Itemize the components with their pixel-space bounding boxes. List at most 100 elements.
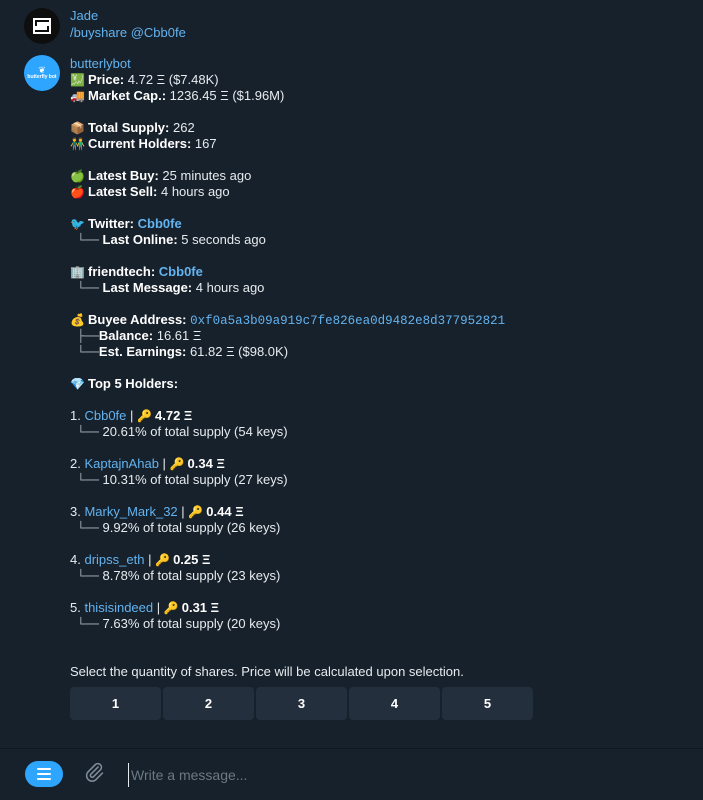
tree-connector: └── (70, 521, 99, 535)
holder-value: 4.72 Ξ (155, 408, 193, 423)
message-input[interactable] (128, 763, 653, 787)
paperclip-icon (85, 762, 104, 782)
bot-avatar-label: butterfly bot (27, 74, 57, 80)
supply-label: Total Supply: (88, 120, 170, 135)
holder-value: 0.44 Ξ (206, 504, 244, 519)
mcap-label: Market Cap.: (88, 88, 167, 103)
list-item: 4. dripss_eth | 🔑 0.25 Ξ └── 8.78% of tot… (70, 552, 281, 583)
lastmsg-line: └── Last Message: 4 hours ago (70, 280, 693, 296)
holder-value: 0.25 Ξ (173, 552, 211, 567)
list-item: 2. KaptajnAhab | 🔑 0.34 Ξ └── 10.31% of t… (70, 456, 288, 487)
message-composer (0, 749, 703, 800)
holder-rank: 5. (70, 600, 81, 615)
holders-list: 1. Cbb0fe | 🔑 4.72 Ξ └── 20.61% of total … (70, 408, 693, 632)
mcap-value: 1236.45 Ξ ($1.96M) (169, 88, 285, 103)
online-value: 5 seconds ago (181, 232, 266, 247)
ft-label: friendtech: (88, 264, 156, 279)
holder-link[interactable]: thisisindeed (84, 600, 153, 615)
key-icon: 🔑 (169, 457, 185, 471)
price-value: 4.72 Ξ ($7.48K) (127, 72, 219, 87)
supply-line: 📦 Total Supply: 262 (70, 120, 693, 136)
sender-name[interactable]: butterlybot (70, 56, 693, 72)
holders-line: 👬 Current Holders: 167 (70, 136, 693, 152)
top-holders-label: Top 5 Holders: (88, 376, 179, 391)
earnings-line: └──Est. Earnings: 61.82 Ξ ($98.0K) (70, 344, 693, 360)
tree-connector: └── (70, 233, 99, 247)
green-apple-icon: 🍏 (70, 169, 85, 183)
holder-rank: 2. (70, 456, 81, 471)
command-text[interactable]: /buyshare @Cbb0fe (70, 24, 693, 42)
holder-link[interactable]: dripss_eth (84, 552, 144, 567)
truck-icon: 🚚 (70, 89, 85, 103)
friendtech-link[interactable]: Cbb0fe (159, 264, 203, 279)
menu-icon (37, 768, 51, 780)
diamond-icon: 💎 (70, 377, 85, 391)
buyee-line: 💰 Buyee Address: 0xf0a5a3b09a919c7fe826ea… (70, 312, 693, 328)
chat-area: Jade /buyshare @Cbb0fe ❦ butterfly bot b… (0, 0, 703, 748)
holder-supply: 10.31% of total supply (27 keys) (102, 472, 288, 487)
key-icon: 🔑 (188, 505, 204, 519)
quantity-button-2[interactable]: 2 (163, 687, 254, 720)
online-line: └── Last Online: 5 seconds ago (70, 232, 693, 248)
balance-value: 16.61 Ξ (156, 328, 202, 343)
sender-name[interactable]: Jade (70, 8, 693, 24)
tree-connector: └── (70, 345, 99, 359)
bot-avatar[interactable]: ❦ butterfly bot (24, 55, 60, 91)
tree-connector: └── (70, 281, 99, 295)
online-label: Last Online: (102, 232, 178, 247)
lastmsg-value: 4 hours ago (195, 280, 265, 295)
twitter-label: Twitter: (88, 216, 134, 231)
sell-line: 🍎 Latest Sell: 4 hours ago (70, 184, 693, 200)
inline-keyboard: 1 2 3 4 5 (70, 687, 533, 720)
tree-connector: └── (70, 473, 99, 487)
logo-icon (33, 18, 51, 34)
red-apple-icon: 🍎 (70, 185, 85, 199)
holder-rank: 1. (70, 408, 81, 423)
holders-value: 167 (194, 136, 217, 151)
quantity-button-3[interactable]: 3 (256, 687, 347, 720)
key-icon: 🔑 (137, 409, 152, 423)
lastmsg-label: Last Message: (102, 280, 193, 295)
balance-line: ├──Balance: 16.61 Ξ (70, 328, 693, 344)
price-label: Price: (88, 72, 125, 87)
holder-link[interactable]: Cbb0fe (84, 408, 126, 423)
key-icon: 🔑 (155, 553, 171, 567)
buyee-address[interactable]: 0xf0a5a3b09a919c7fe826ea0d9482e8d3779528… (190, 314, 505, 328)
list-item: 5. thisisindeed | 🔑 0.31 Ξ └── 7.63% of t… (70, 600, 281, 631)
price-line: 💹 Price: 4.72 Ξ ($7.48K) (70, 72, 693, 88)
mcap-line: 🚚 Market Cap.: 1236.45 Ξ ($1.96M) (70, 88, 693, 104)
holder-supply: 7.63% of total supply (20 keys) (102, 616, 281, 631)
sell-label: Latest Sell: (88, 184, 158, 199)
user-message: Jade /buyshare @Cbb0fe (70, 8, 693, 42)
chart-icon: 💹 (70, 73, 85, 87)
package-icon: 📦 (70, 121, 85, 135)
quantity-button-5[interactable]: 5 (442, 687, 533, 720)
twitter-link[interactable]: Cbb0fe (138, 216, 182, 231)
bird-icon: 🐦 (70, 217, 85, 231)
key-icon: 🔑 (163, 601, 179, 615)
tree-connector: └── (70, 425, 99, 439)
list-item: 1. Cbb0fe | 🔑 4.72 Ξ └── 20.61% of total … (70, 408, 288, 439)
holder-supply: 9.92% of total supply (26 keys) (102, 520, 281, 535)
earnings-value: 61.82 Ξ ($98.0K) (189, 344, 289, 359)
buy-label: Latest Buy: (88, 168, 159, 183)
buy-value: 25 minutes ago (162, 168, 252, 183)
holder-value: 0.31 Ξ (181, 600, 220, 615)
bot-message: butterlybot 💹 Price: 4.72 Ξ ($7.48K) 🚚 Mar… (70, 56, 693, 680)
holder-supply: 8.78% of total supply (23 keys) (102, 568, 281, 583)
holder-link[interactable]: Marky_Mark_32 (84, 504, 177, 519)
money-bag-icon: 💰 (70, 313, 85, 327)
list-item: 3. Marky_Mark_32 | 🔑 0.44 Ξ └── 9.92% of … (70, 504, 281, 535)
avatar[interactable] (24, 8, 60, 44)
select-prompt: Select the quantity of shares. Price wil… (70, 664, 464, 679)
attach-button[interactable] (82, 761, 106, 785)
twitter-line: 🐦 Twitter: Cbb0fe (70, 216, 693, 232)
tree-connector: └── (70, 569, 99, 583)
quantity-button-4[interactable]: 4 (349, 687, 440, 720)
sell-value: 4 hours ago (160, 184, 230, 199)
quantity-button-1[interactable]: 1 (70, 687, 161, 720)
top-holders-heading: 💎 Top 5 Holders: (70, 376, 693, 392)
holder-link[interactable]: KaptajnAhab (84, 456, 158, 471)
tree-connector: ├── (70, 329, 99, 343)
bot-menu-button[interactable] (25, 761, 63, 787)
